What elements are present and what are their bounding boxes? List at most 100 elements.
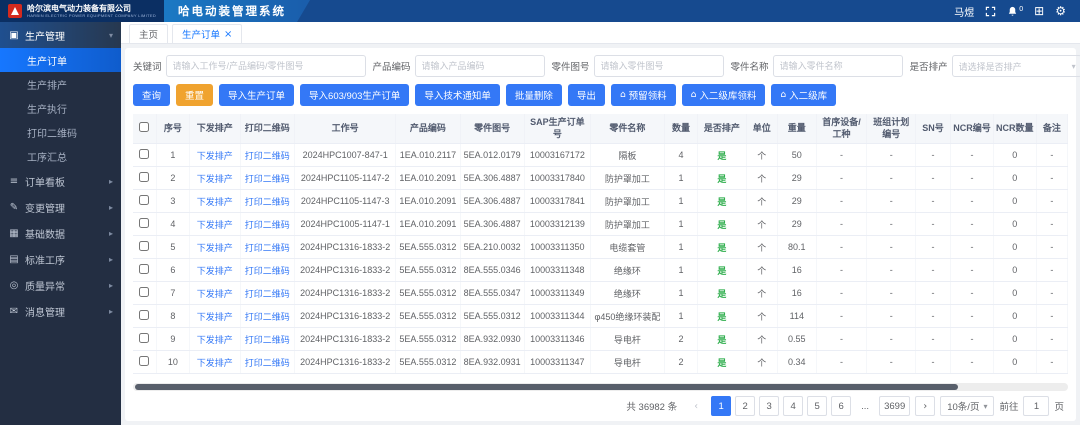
sidebar-item-standard-process[interactable]: ▤标准工序▸ xyxy=(0,246,121,272)
cell-scheduled: 是 xyxy=(698,190,747,213)
next-page-button[interactable]: › xyxy=(915,396,935,416)
product-code-input[interactable] xyxy=(415,55,545,77)
cell-print[interactable]: 打印二维码 xyxy=(240,213,295,236)
toolbar: 查询重置导入生产订单导入603/903生产订单导入技术通知单批量删除导出 ⌂预留领… xyxy=(133,84,1068,106)
scheduled-select[interactable]: 请选择是否排产 ▾ xyxy=(952,55,1080,77)
cell-product_code: 5EA.555.0312 xyxy=(396,305,460,328)
cell-dispatch[interactable]: 下发排产 xyxy=(189,305,240,328)
cell-dispatch[interactable]: 下发排产 xyxy=(189,167,240,190)
cell-print[interactable]: 打印二维码 xyxy=(240,190,295,213)
cell-team_plan_no: - xyxy=(867,213,916,236)
filter-scheduled: 是否排产 请选择是否排产 ▾ xyxy=(910,55,1080,77)
cell-unit: 个 xyxy=(746,213,777,236)
notification-bell-icon[interactable]: 0 xyxy=(1007,6,1023,17)
sidebar-subitem-production-execution[interactable]: 生产执行 xyxy=(0,96,121,120)
row-checkbox[interactable] xyxy=(139,218,149,228)
cell-part_name: 防护罩加工 xyxy=(590,190,664,213)
cell-dispatch[interactable]: 下发排产 xyxy=(189,282,240,305)
sidebar-subitem-production-scheduling[interactable]: 生产排产 xyxy=(0,72,121,96)
column-header-part_no: 零件图号 xyxy=(460,114,524,144)
page-button-6[interactable]: 6 xyxy=(831,396,851,416)
cell-dispatch[interactable]: 下发排产 xyxy=(189,328,240,351)
row-checkbox[interactable] xyxy=(139,333,149,343)
reserve-picking-button[interactable]: ⌂预留领料 xyxy=(611,84,676,106)
scrollbar-thumb[interactable] xyxy=(135,384,958,390)
user-name[interactable]: 马煜 xyxy=(954,4,974,19)
company-logo xyxy=(8,4,22,18)
page-button-2[interactable]: 2 xyxy=(735,396,755,416)
row-checkbox[interactable] xyxy=(139,264,149,274)
cell-weight: 16 xyxy=(777,259,816,282)
page-size-select[interactable]: 10条/页 ▾ xyxy=(940,396,994,416)
horizontal-scrollbar[interactable] xyxy=(133,383,1068,391)
prev-page-button[interactable]: ‹ xyxy=(686,396,706,416)
cell-print[interactable]: 打印二维码 xyxy=(240,259,295,282)
reset-button[interactable]: 重置 xyxy=(176,84,213,106)
cell-print[interactable]: 打印二维码 xyxy=(240,305,295,328)
close-icon[interactable]: × xyxy=(224,29,232,40)
import-603-903-order-button[interactable]: 导入603/903生产订单 xyxy=(300,84,409,106)
cell-sn_no: - xyxy=(916,144,951,167)
cell-ncr_no: - xyxy=(951,167,994,190)
export-button[interactable]: 导出 xyxy=(568,84,605,106)
keyword-input[interactable] xyxy=(166,55,366,77)
part-no-input[interactable] xyxy=(594,55,724,77)
row-checkbox[interactable] xyxy=(139,195,149,205)
cell-print[interactable]: 打印二维码 xyxy=(240,167,295,190)
page-button-1[interactable]: 1 xyxy=(711,396,731,416)
settings-gear-icon[interactable]: ⚙ xyxy=(1055,5,1066,17)
import-tech-notice-button[interactable]: 导入技术通知单 xyxy=(415,84,500,106)
row-checkbox[interactable] xyxy=(139,310,149,320)
tab-home[interactable]: 主页 xyxy=(129,24,168,43)
batch-delete-button[interactable]: 批量删除 xyxy=(506,84,562,106)
sidebar-subitem-production-orders[interactable]: 生产订单 xyxy=(0,48,121,72)
cell-scheduled: 是 xyxy=(698,144,747,167)
sidebar-item-quality-exception[interactable]: ◎质量异常▸ xyxy=(0,272,121,298)
cell-print[interactable]: 打印二维码 xyxy=(240,144,295,167)
cell-dispatch[interactable]: 下发排产 xyxy=(189,144,240,167)
select-all-checkbox[interactable] xyxy=(139,122,149,132)
cell-ncr_qty: 0 xyxy=(993,259,1036,282)
page-button-5[interactable]: 5 xyxy=(807,396,827,416)
secondary-store-picking-button[interactable]: ⌂入二级库领料 xyxy=(682,84,766,106)
row-checkbox[interactable] xyxy=(139,287,149,297)
cell-weight: 0.34 xyxy=(777,351,816,374)
sidebar-item-message-management[interactable]: ✉消息管理▸ xyxy=(0,298,121,324)
body-layout: ▣生产管理▾生产订单生产排产生产执行打印二维码工序汇总≡订单看板▸✎变更管理▸▦… xyxy=(0,22,1080,425)
page-button-3699[interactable]: 3699 xyxy=(879,396,910,416)
page-button-3[interactable]: 3 xyxy=(759,396,779,416)
cell-dispatch[interactable]: 下发排产 xyxy=(189,190,240,213)
sidebar-subitem-print-qrcode[interactable]: 打印二维码 xyxy=(0,120,121,144)
secondary-store-button[interactable]: ⌂入二级库 xyxy=(771,84,836,106)
cell-print[interactable]: 打印二维码 xyxy=(240,351,295,374)
cell-print[interactable]: 打印二维码 xyxy=(240,282,295,305)
cell-print[interactable]: 打印二维码 xyxy=(240,236,295,259)
sidebar-item-order-dashboard[interactable]: ≡订单看板▸ xyxy=(0,168,121,194)
page-ellipsis[interactable]: ... xyxy=(855,396,875,416)
row-checkbox[interactable] xyxy=(139,241,149,251)
part-name-input[interactable] xyxy=(773,55,903,77)
goto-page-input[interactable] xyxy=(1023,396,1049,416)
search-button[interactable]: 查询 xyxy=(133,84,170,106)
sidebar-item-basic-data[interactable]: ▦基础数据▸ xyxy=(0,220,121,246)
cell-dispatch[interactable]: 下发排产 xyxy=(189,351,240,374)
cell-print[interactable]: 打印二维码 xyxy=(240,328,295,351)
sidebar-subitem-process-summary[interactable]: 工序汇总 xyxy=(0,144,121,168)
tab-production-orders[interactable]: 生产订单 × xyxy=(172,24,242,43)
column-header-print: 打印二维码 xyxy=(240,114,295,144)
sidebar-item-change-management[interactable]: ✎变更管理▸ xyxy=(0,194,121,220)
apps-grid-icon[interactable]: ⊞ xyxy=(1034,5,1044,17)
import-production-order-button[interactable]: 导入生产订单 xyxy=(219,84,294,106)
row-checkbox[interactable] xyxy=(139,149,149,159)
cell-dispatch[interactable]: 下发排产 xyxy=(189,213,240,236)
cell-ncr_qty: 0 xyxy=(993,167,1036,190)
row-checkbox[interactable] xyxy=(139,356,149,366)
fullscreen-icon[interactable] xyxy=(985,6,996,17)
cell-dispatch[interactable]: 下发排产 xyxy=(189,259,240,282)
change-management-icon: ✎ xyxy=(8,202,20,213)
row-checkbox[interactable] xyxy=(139,172,149,182)
page-button-4[interactable]: 4 xyxy=(783,396,803,416)
sidebar-item-production-management[interactable]: ▣生产管理▾ xyxy=(0,22,121,48)
cell-dispatch[interactable]: 下发排产 xyxy=(189,236,240,259)
cell-work_no: 2024HPC1005-1147-1 xyxy=(295,213,396,236)
